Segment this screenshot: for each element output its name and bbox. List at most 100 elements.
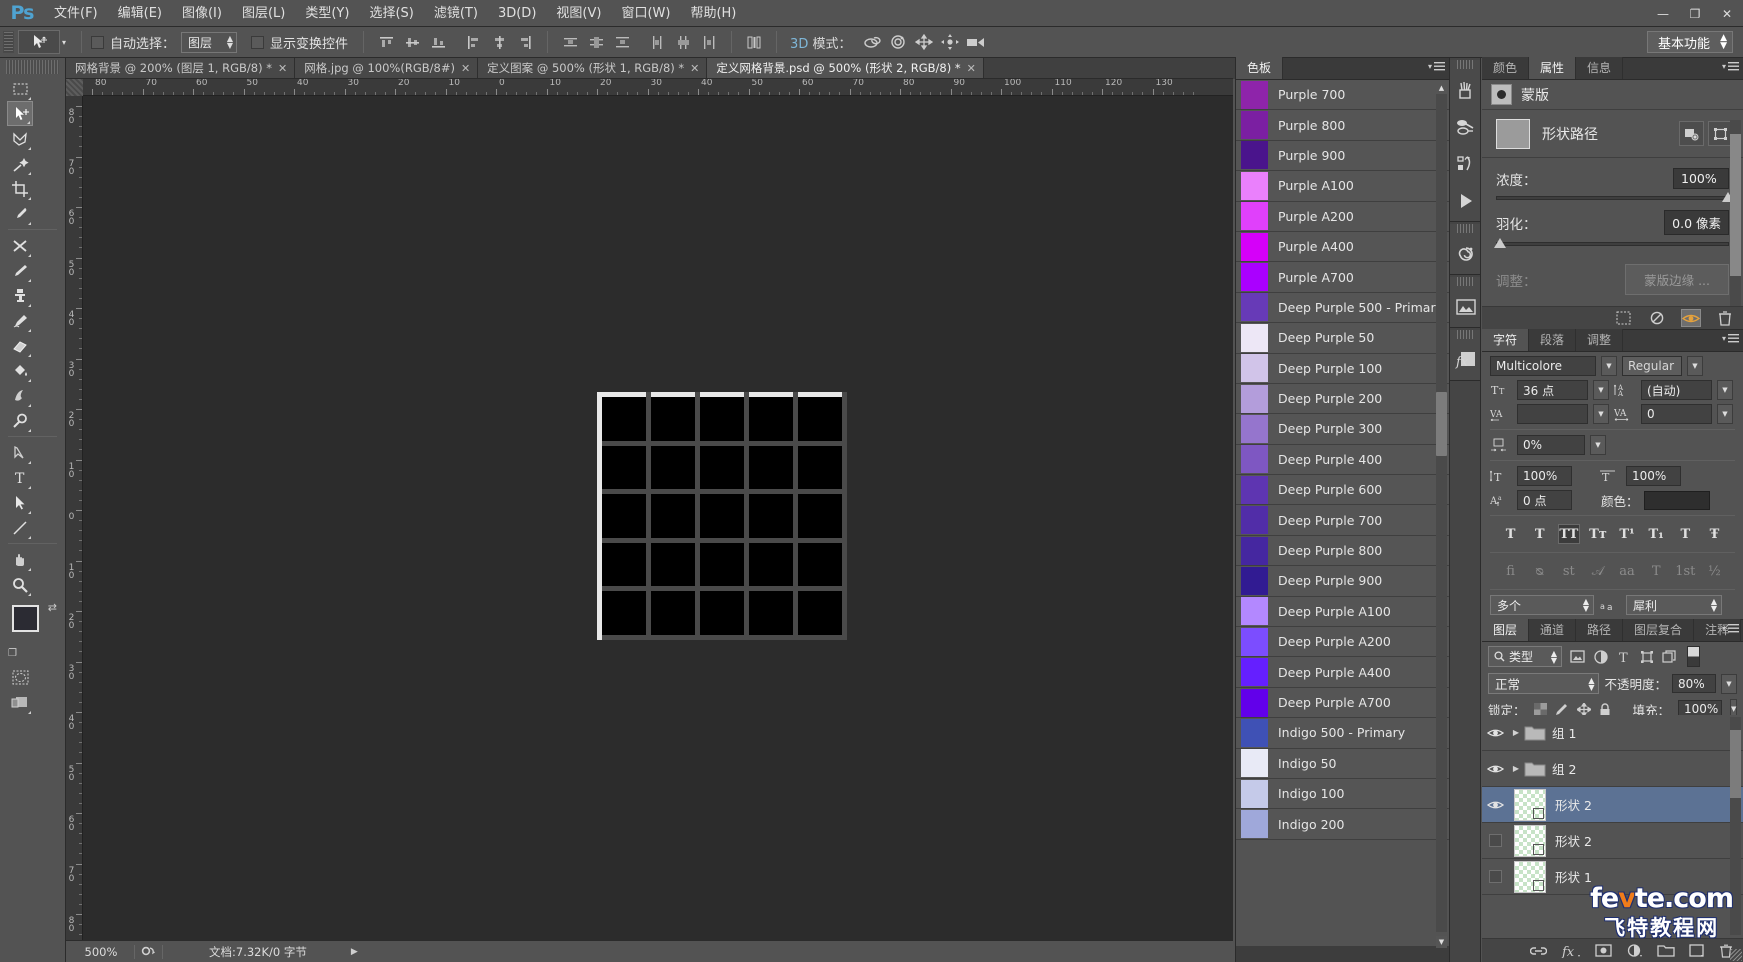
menu-item-10[interactable]: 帮助(H) <box>680 0 746 27</box>
distribute-left-edges-icon[interactable] <box>646 31 668 53</box>
swatch-row[interactable]: Indigo 50 <box>1236 749 1450 779</box>
feather-value-field[interactable]: 0.0 像素 <box>1664 210 1729 235</box>
style-button-underline[interactable]: T <box>1674 524 1696 544</box>
layers-scrollbar-thumb[interactable] <box>1730 730 1741 798</box>
default-colors-icon[interactable]: ❐ <box>8 648 17 659</box>
style-button-superscript[interactable]: T¹ <box>1616 524 1638 544</box>
baseline-shift-field[interactable]: 0 点 <box>1517 490 1572 510</box>
rail-group-grip[interactable] <box>1457 60 1473 69</box>
swatch-color-chip[interactable] <box>1241 354 1268 382</box>
swatch-color-chip[interactable] <box>1241 293 1268 321</box>
line-tool[interactable] <box>7 515 33 540</box>
swatch-row[interactable]: Deep Purple A100 <box>1236 597 1450 627</box>
roll-3d-object-icon[interactable] <box>887 31 909 53</box>
eyedropper-tool[interactable] <box>7 201 33 226</box>
filter-smartobject-icon[interactable] <box>1658 646 1681 667</box>
dodge-tool[interactable] <box>7 408 33 433</box>
swatch-color-chip[interactable] <box>1241 506 1268 534</box>
move-tool[interactable] <box>7 101 33 126</box>
layer-style-fx-icon[interactable]: fx <box>1561 944 1581 958</box>
horizontal-ruler[interactable]: 8070605040302010010203040506070809010011… <box>66 79 1233 96</box>
swatch-color-chip[interactable] <box>1241 567 1268 595</box>
swatch-color-chip[interactable] <box>1241 445 1268 473</box>
maximize-button[interactable]: ❐ <box>1679 0 1711 27</box>
kerning-chevron-icon[interactable]: ▼ <box>1593 404 1609 424</box>
tsume-field[interactable]: 0% <box>1517 435 1585 455</box>
add-pixel-mask-button[interactable] <box>1679 121 1704 146</box>
minimize-button[interactable]: — <box>1647 0 1679 27</box>
swatch-color-chip[interactable] <box>1241 780 1268 808</box>
style-button-small-caps[interactable]: Tт <box>1587 524 1609 544</box>
distribute-bottom-edges-icon[interactable] <box>611 31 633 53</box>
tool-preset-chevron-icon[interactable]: ▾ <box>62 38 66 47</box>
layer-filter-type-select[interactable]: 类型 ▲▼ <box>1488 646 1562 667</box>
quick-mask-mode-button[interactable] <box>7 665 33 690</box>
close-tab-icon[interactable]: ✕ <box>967 62 976 75</box>
density-value-field[interactable]: 100% <box>1673 168 1729 189</box>
panel-menu-icon[interactable]: ▾ <box>1428 62 1445 71</box>
close-tab-icon[interactable]: ✕ <box>278 62 287 75</box>
align-left-edges-icon[interactable] <box>462 31 484 53</box>
swatch-row[interactable]: Deep Purple 100 <box>1236 354 1450 384</box>
tab-属性[interactable]: 属性 <box>1529 57 1576 79</box>
opentype-button-fractions[interactable]: ½ <box>1703 561 1725 581</box>
workspace-select[interactable]: 基本功能 ▲▼ <box>1647 31 1733 53</box>
blend-mode-select[interactable]: 正常 ▲▼ <box>1488 673 1599 694</box>
close-button[interactable]: ✕ <box>1711 0 1743 27</box>
document-tab-0[interactable]: 网格背景 @ 200% (图层 1, RGB/8) *✕ <box>66 58 295 78</box>
close-tab-icon[interactable]: ✕ <box>690 62 699 75</box>
style-button-faux-italic[interactable]: T <box>1529 524 1551 544</box>
tab-图层复合[interactable]: 图层复合 <box>1623 619 1694 641</box>
clone-source-icon[interactable] <box>1450 108 1482 145</box>
swatch-color-chip[interactable] <box>1241 111 1268 139</box>
panel-resize-grip[interactable] <box>1730 949 1742 961</box>
hand-tool[interactable] <box>7 547 33 572</box>
magic-wand-tool[interactable] <box>7 151 33 176</box>
font-style-chevron-icon[interactable]: ▼ <box>1687 356 1703 376</box>
swatch-row[interactable]: Purple 700 <box>1236 80 1450 110</box>
text-color-swatch[interactable] <box>1644 491 1710 510</box>
swatch-row[interactable]: Deep Purple A700 <box>1236 688 1450 718</box>
filter-shape-icon[interactable] <box>1635 646 1658 667</box>
panel-menu-icon[interactable]: ▾ <box>1722 624 1739 633</box>
align-horizontal-centers-icon[interactable] <box>488 31 510 53</box>
swatch-color-chip[interactable] <box>1241 415 1268 443</box>
tsume-chevron-icon[interactable]: ▼ <box>1590 435 1606 455</box>
font-family-field[interactable]: Multicolore <box>1490 356 1596 376</box>
opentype-button-swash[interactable]: 𝒜 <box>1587 561 1609 581</box>
toggle-mask-visibility-icon[interactable] <box>1681 309 1701 327</box>
tab-通道[interactable]: 通道 <box>1529 619 1576 641</box>
pan-3d-object-icon[interactable] <box>913 31 935 53</box>
swatch-color-chip[interactable] <box>1241 658 1268 686</box>
align-top-edges-icon[interactable] <box>375 31 397 53</box>
rotate-3d-object-icon[interactable] <box>861 31 883 53</box>
swatch-row[interactable]: Indigo 500 - Primary <box>1236 718 1450 748</box>
slide-3d-object-icon[interactable] <box>939 31 961 53</box>
filter-pixel-icon[interactable] <box>1566 646 1589 667</box>
menu-item-2[interactable]: 图像(I) <box>172 0 232 27</box>
screen-mode-button[interactable] <box>7 690 33 715</box>
group-expand-chevron-icon[interactable]: ▶ <box>1508 728 1524 737</box>
language-select[interactable]: 多个 ▲▼ <box>1490 595 1594 615</box>
menu-item-5[interactable]: 选择(S) <box>359 0 423 27</box>
lasso-tool[interactable] <box>7 126 33 151</box>
menu-item-4[interactable]: 类型(Y) <box>295 0 359 27</box>
filter-adjustment-icon[interactable] <box>1589 646 1612 667</box>
swatch-color-chip[interactable] <box>1241 141 1268 169</box>
swatch-row[interactable]: Purple 800 <box>1236 110 1450 140</box>
link-layers-icon[interactable] <box>1530 945 1547 957</box>
scale-3d-camera-icon[interactable] <box>965 31 987 53</box>
apply-mask-icon[interactable] <box>1647 309 1667 327</box>
swatch-scrollbar-track[interactable] <box>1436 94 1447 932</box>
tab-swatches[interactable]: 色板 <box>1236 57 1283 79</box>
tracking-chevron-icon[interactable]: ▼ <box>1717 404 1733 424</box>
swatch-color-chip[interactable] <box>1241 385 1268 413</box>
layer-visibility-off-icon[interactable] <box>1482 834 1508 847</box>
tracking-field[interactable]: 0 <box>1641 404 1712 424</box>
swatch-row[interactable]: Indigo 200 <box>1236 809 1450 839</box>
path-selection-tool[interactable] <box>7 490 33 515</box>
layer-visibility-eye-icon[interactable] <box>1482 763 1508 775</box>
auto-align-layers-icon[interactable] <box>743 31 765 53</box>
swatch-color-chip[interactable] <box>1241 324 1268 352</box>
rail-group-grip[interactable] <box>1457 277 1473 286</box>
